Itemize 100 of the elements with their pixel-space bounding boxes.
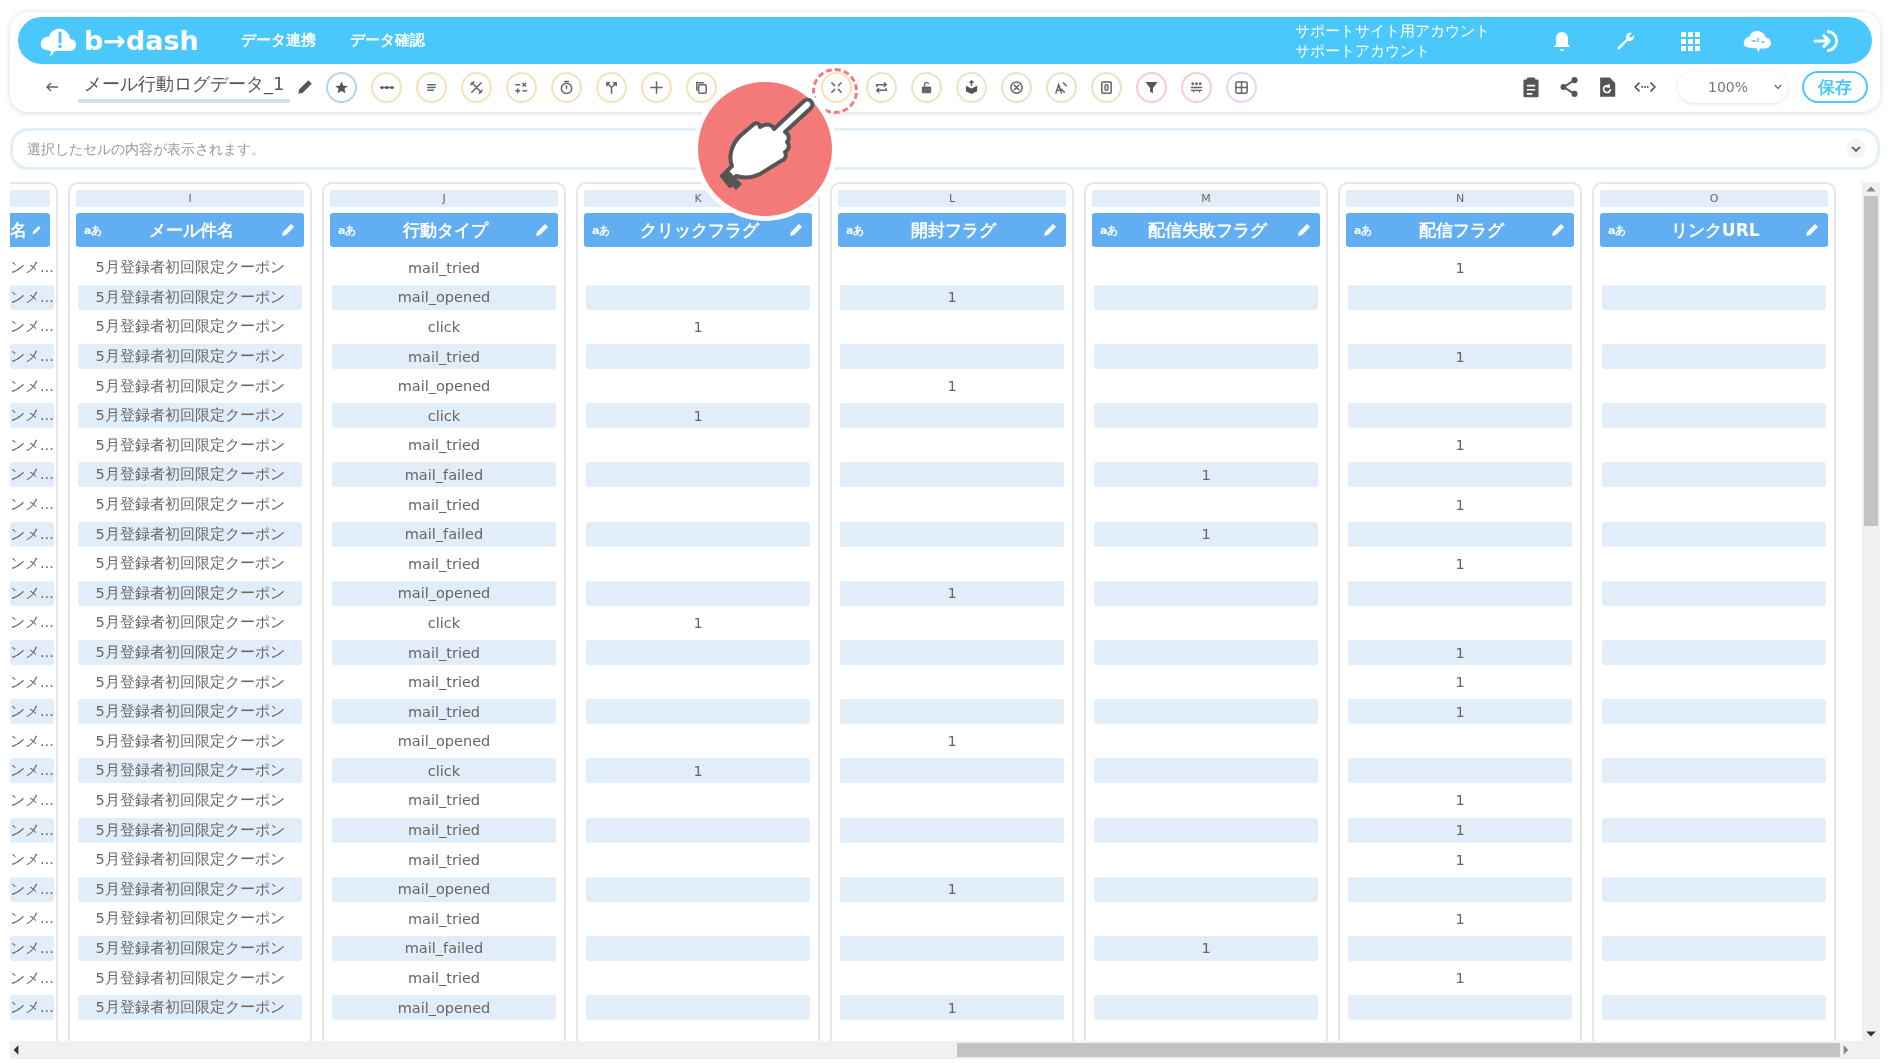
table-cell[interactable]	[1602, 995, 1826, 1021]
pencil-icon[interactable]	[296, 78, 315, 96]
table-cell[interactable]: mail_opened	[332, 580, 556, 606]
table-cell[interactable]	[586, 284, 810, 310]
share-icon[interactable]	[1558, 76, 1580, 98]
table-cell[interactable]: 5月登録者初回限定クーポン	[78, 699, 302, 725]
table-cell[interactable]: 5月登録者初回限定クーポン	[78, 728, 302, 754]
table-cell[interactable]: ンメ...	[10, 373, 54, 399]
toolbar-button[interactable]	[911, 71, 943, 103]
table-cell[interactable]: ンメ...	[10, 758, 54, 784]
table-cell[interactable]: click	[332, 403, 556, 429]
table-cell[interactable]: 5月登録者初回限定クーポン	[78, 935, 302, 961]
table-cell[interactable]	[586, 521, 810, 547]
table-cell[interactable]: 1	[840, 373, 1064, 399]
table-cell[interactable]: ンメ...	[10, 284, 54, 310]
table-cell[interactable]: 5月登録者初回限定クーポン	[78, 255, 302, 281]
toolbar-button[interactable]	[866, 71, 898, 103]
table-cell[interactable]: mail_tried	[332, 965, 556, 991]
table-cell[interactable]: ンメ...	[10, 699, 54, 725]
table-cell[interactable]	[586, 935, 810, 961]
table-cell[interactable]	[1602, 462, 1826, 488]
table-cell[interactable]	[1602, 817, 1826, 843]
table-cell[interactable]: mail_opened	[332, 373, 556, 399]
table-cell[interactable]: mail_tried	[332, 906, 556, 932]
table-cell[interactable]: 1	[840, 728, 1064, 754]
table-cell[interactable]: mail_opened	[332, 728, 556, 754]
table-cell[interactable]: ンメ...	[10, 462, 54, 488]
table-cell[interactable]	[1094, 640, 1318, 665]
toolbar-button[interactable]	[1001, 71, 1033, 103]
table-cell[interactable]: mail_tried	[332, 669, 556, 695]
table-cell[interactable]: 1	[586, 758, 810, 784]
table-cell[interactable]: 5月登録者初回限定クーポン	[78, 965, 302, 991]
toolbar-button[interactable]	[1181, 71, 1213, 103]
vertical-scrollbar[interactable]	[1862, 182, 1880, 1041]
table-cell[interactable]: ンメ...	[10, 551, 54, 577]
table-cell[interactable]	[1348, 403, 1572, 429]
table-cell[interactable]: ンメ...	[10, 995, 54, 1021]
table-cell[interactable]: 5月登録者初回限定クーポン	[78, 610, 302, 636]
table-cell[interactable]: 5月登録者初回限定クーポン	[78, 284, 302, 310]
toolbar-button[interactable]	[1136, 71, 1168, 103]
table-cell[interactable]: mail_tried	[332, 492, 556, 518]
table-cell[interactable]: ンメ...	[10, 728, 54, 754]
table-cell[interactable]	[1602, 758, 1826, 784]
table-cell[interactable]	[1348, 758, 1572, 784]
table-cell[interactable]: 1	[1348, 847, 1572, 873]
table-cell[interactable]: ンメ...	[10, 847, 54, 873]
table-cell[interactable]: mail_opened	[332, 995, 556, 1021]
table-cell[interactable]	[1094, 284, 1318, 310]
table-cell[interactable]: click	[332, 314, 556, 340]
table-cell[interactable]: 5月登録者初回限定クーポン	[78, 492, 302, 518]
table-cell[interactable]: 1	[1348, 669, 1572, 695]
table-cell[interactable]: ンメ...	[10, 492, 54, 518]
toolbar-button[interactable]	[506, 71, 538, 103]
table-cell[interactable]: click	[332, 758, 556, 784]
table-cell[interactable]: 5月登録者初回限定クーポン	[78, 314, 302, 340]
table-cell[interactable]	[586, 580, 810, 606]
table-cell[interactable]	[1094, 344, 1318, 370]
table-cell[interactable]: 1	[840, 580, 1064, 606]
table-cell[interactable]: 1	[1348, 344, 1572, 370]
table-cell[interactable]: 5月登録者初回限定クーポン	[78, 817, 302, 843]
scroll-thumb[interactable]	[1864, 196, 1878, 526]
zoom-select[interactable]: 100%	[1678, 71, 1788, 103]
table-cell[interactable]: mail_tried	[332, 551, 556, 577]
table-cell[interactable]: ンメ...	[10, 344, 54, 370]
table-cell[interactable]: 5月登録者初回限定クーポン	[78, 758, 302, 784]
table-cell[interactable]: 1	[1348, 817, 1572, 843]
table-cell[interactable]	[840, 344, 1064, 370]
table-cell[interactable]: 1	[1094, 521, 1318, 547]
toolbar-button[interactable]	[326, 71, 358, 103]
table-cell[interactable]	[1602, 580, 1826, 606]
table-cell[interactable]: 1	[840, 995, 1064, 1021]
cell-preview-field[interactable]: 選択したセルの内容が表示されます。	[10, 128, 1880, 170]
table-cell[interactable]: 5月登録者初回限定クーポン	[78, 640, 302, 665]
table-cell[interactable]: 1	[586, 314, 810, 340]
table-cell[interactable]	[586, 817, 810, 843]
table-cell[interactable]	[1602, 640, 1826, 665]
table-cell[interactable]: ンメ...	[10, 669, 54, 695]
table-cell[interactable]: 1	[1348, 255, 1572, 281]
table-cell[interactable]: ンメ...	[10, 906, 54, 932]
table-cell[interactable]: 1	[1348, 432, 1572, 458]
table-cell[interactable]	[1094, 699, 1318, 725]
table-cell[interactable]: ンメ...	[10, 610, 54, 636]
table-cell[interactable]: 1	[1348, 965, 1572, 991]
table-cell[interactable]	[586, 640, 810, 665]
horizontal-scrollbar[interactable]	[10, 1041, 1880, 1059]
table-cell[interactable]: 1	[1348, 906, 1572, 932]
scroll-thumb[interactable]	[957, 1043, 1840, 1057]
table-cell[interactable]: ンメ...	[10, 432, 54, 458]
chevron-down-icon[interactable]	[1846, 139, 1866, 159]
clipboard-icon[interactable]	[1520, 76, 1542, 98]
table-cell[interactable]: 5月登録者初回限定クーポン	[78, 521, 302, 547]
table-cell[interactable]	[1094, 758, 1318, 784]
table-cell[interactable]	[586, 995, 810, 1021]
table-cell[interactable]	[1348, 521, 1572, 547]
toolbar-button[interactable]	[956, 71, 988, 103]
table-cell[interactable]	[840, 403, 1064, 429]
table-cell[interactable]: mail_tried	[332, 432, 556, 458]
table-cell[interactable]: ンメ...	[10, 255, 54, 281]
table-cell[interactable]: ンメ...	[10, 521, 54, 547]
table-cell[interactable]	[840, 935, 1064, 961]
